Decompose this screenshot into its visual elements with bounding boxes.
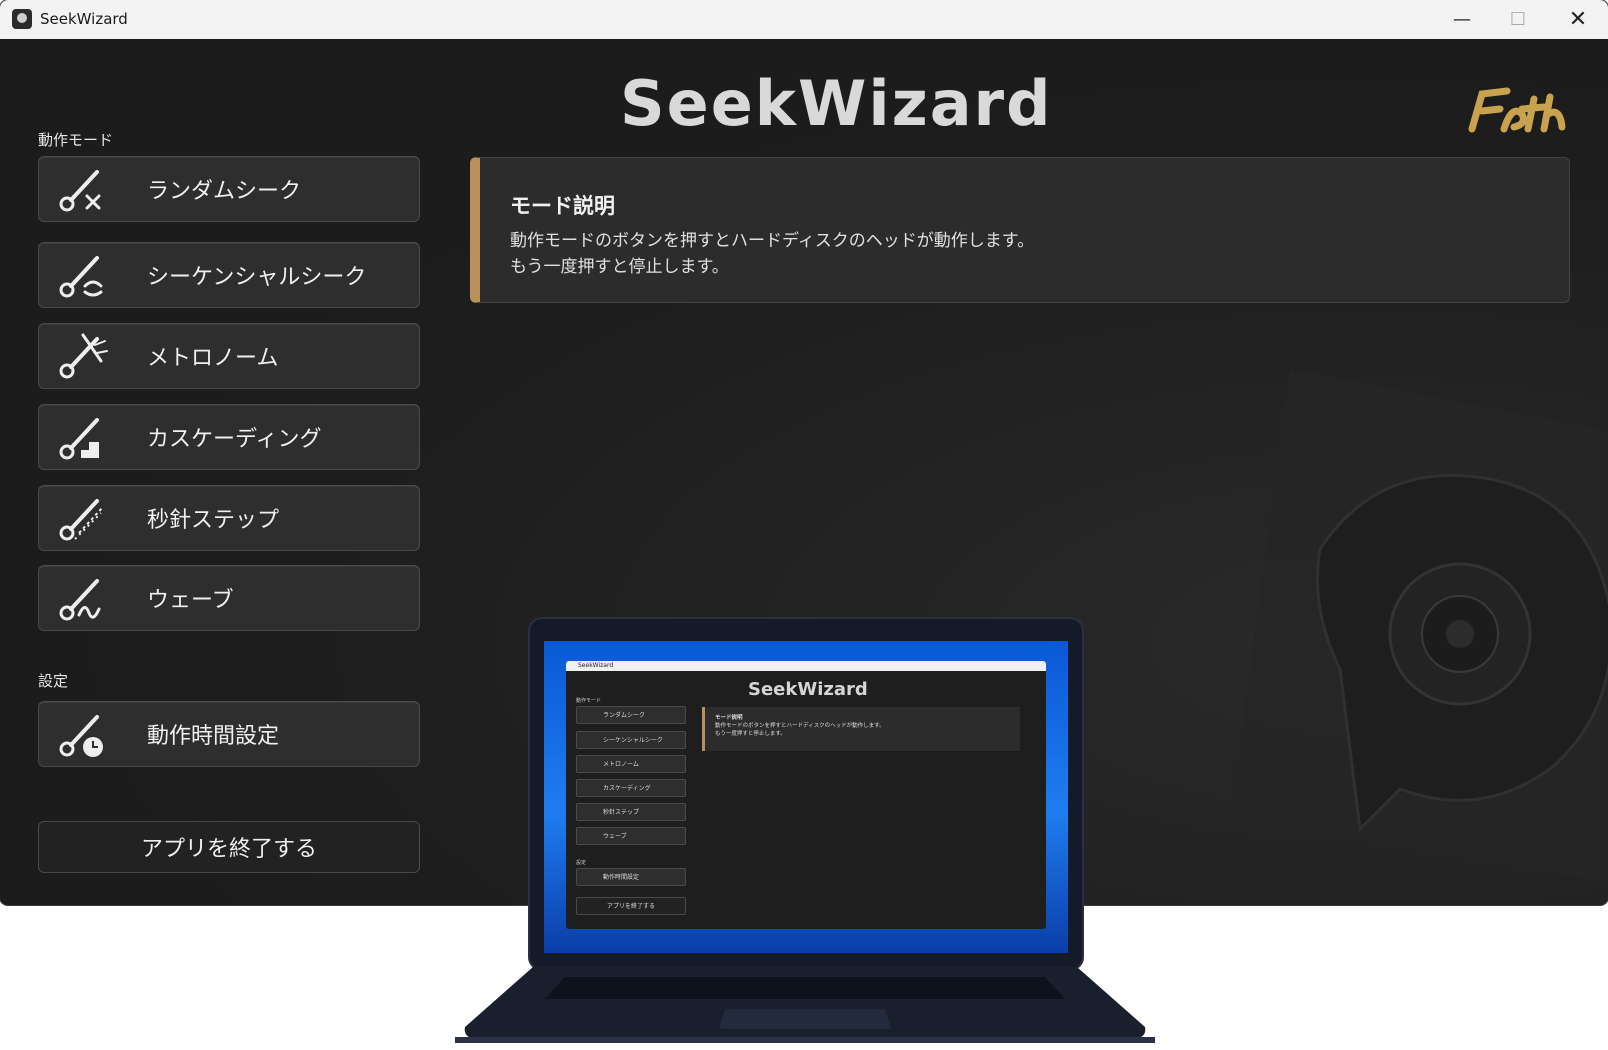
mockup-mode-4: カスケーディング xyxy=(576,779,686,797)
mockup-mode-1: ランダムシーク xyxy=(576,706,686,724)
metronome-button[interactable]: メトロノーム xyxy=(38,323,420,389)
run-time-settings-button[interactable]: 動作時間設定 xyxy=(38,701,420,767)
mockup-desc-line-1: 動作モードのボタンを押すとハードディスクのヘッドが動作します。 xyxy=(715,723,885,729)
description-title: モード説明 xyxy=(510,194,615,218)
settings-section-label: 設定 xyxy=(38,672,69,690)
laptop-screen: SeekWizard SeekWizard 動作モード ランダムシーク シーケン… xyxy=(544,641,1068,953)
mockup-exit-button: アプリを終了する xyxy=(576,897,686,915)
timer-icon xyxy=(59,715,103,757)
run-time-settings-label: 動作時間設定 xyxy=(147,724,280,749)
mode-description-panel: モード説明 動作モードのボタンを押すとハードディスクのヘッドが動作します。 もう… xyxy=(470,157,1570,303)
mockup-mode-2: シーケンシャルシーク xyxy=(576,731,686,749)
mockup-desc-line-2: もう一度押すと停止します。 xyxy=(715,731,786,737)
title-bar: SeekWizard — ☐ ✕ xyxy=(0,0,1608,40)
mockup-app-window: SeekWizard SeekWizard 動作モード ランダムシーク シーケン… xyxy=(566,661,1046,929)
laptop-keyboard-base xyxy=(455,967,1155,1043)
mockup-settings-label: 設定 xyxy=(576,860,587,866)
second-hand-label: 秒針ステップ xyxy=(147,508,280,533)
close-button[interactable]: ✕ xyxy=(1550,0,1606,39)
sequential-seek-button[interactable]: シーケンシャルシーク xyxy=(38,242,420,308)
mockup-logo: SeekWizard xyxy=(748,679,868,700)
mockup-mode-label: 動作モード xyxy=(576,698,602,704)
maximize-button[interactable]: ☐ xyxy=(1490,0,1546,39)
cascading-icon xyxy=(59,418,99,460)
wave-button[interactable]: ウェーブ xyxy=(38,565,420,631)
mockup-mode-6: ウェーブ xyxy=(576,827,686,845)
wave-label: ウェーブ xyxy=(147,588,234,613)
mockup-description-panel: モード説明 動作モードのボタンを押すとハードディスクのヘッドが動作します。 もう… xyxy=(702,707,1020,751)
metronome-icon xyxy=(59,333,108,379)
app-logo: SeekWizard xyxy=(620,67,1053,140)
sequential-seek-label: シーケンシャルシーク xyxy=(147,265,367,290)
random-seek-button[interactable]: ランダムシーク xyxy=(38,156,420,222)
mockup-desc-title: モード説明 xyxy=(715,715,743,721)
random-seek-label: ランダムシーク xyxy=(147,179,302,204)
second-hand-button[interactable]: 秒針ステップ xyxy=(38,485,420,551)
mockup-title: SeekWizard xyxy=(566,661,1046,671)
wave-icon xyxy=(59,579,101,621)
mockup-settings-button: 動作時間設定 xyxy=(576,868,686,886)
mode-section-label: 動作モード xyxy=(38,131,114,149)
minimize-button[interactable]: — xyxy=(1434,0,1490,39)
cascading-label: カスケーディング xyxy=(147,427,322,452)
laptop-mockup: SeekWizard SeekWizard 動作モード ランダムシーク シーケン… xyxy=(455,617,1155,1050)
sequential-seek-icon xyxy=(59,256,103,298)
laptop-lid: SeekWizard SeekWizard 動作モード ランダムシーク シーケン… xyxy=(528,617,1084,971)
mockup-mode-5: 秒針ステップ xyxy=(576,803,686,821)
second-hand-icon xyxy=(59,499,104,541)
window-title: SeekWizard xyxy=(40,10,128,28)
random-seek-icon xyxy=(59,170,101,212)
exit-app-button[interactable]: アプリを終了する xyxy=(38,821,420,873)
hard-disk-illustration-icon xyxy=(1230,369,1608,882)
description-line-2: もう一度押すと停止します。 xyxy=(510,257,729,277)
brand-logo-icon xyxy=(1468,87,1566,133)
cascading-button[interactable]: カスケーディング xyxy=(38,404,420,470)
description-line-1: 動作モードのボタンを押すとハードディスクのヘッドが動作します。 xyxy=(510,231,1035,251)
mockup-mode-3: メトロノーム xyxy=(576,755,686,773)
metronome-label: メトロノーム xyxy=(147,346,279,371)
app-icon xyxy=(12,9,32,29)
